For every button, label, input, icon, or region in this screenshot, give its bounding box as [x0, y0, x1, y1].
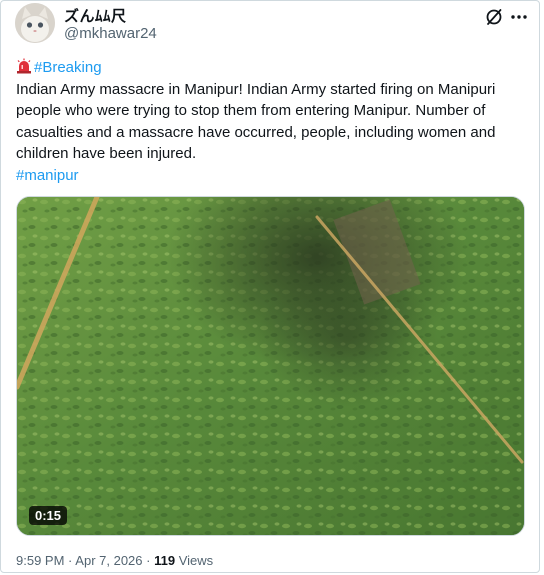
tweet-date[interactable]: Apr 7, 2026 — [75, 553, 142, 568]
tweet-text: #Breaking Indian Army massacre in Manipu… — [16, 57, 531, 186]
hashtag-link[interactable]: #Breaking — [34, 59, 102, 76]
tweet-text-line: #Breaking — [16, 57, 531, 79]
tweet-meta: 9:59 PM · Apr 7, 2026 · 119 Views — [16, 553, 213, 568]
rotating-light-icon — [16, 58, 32, 74]
avatar[interactable] — [15, 3, 55, 43]
hashtag-link[interactable]: #manipur — [16, 167, 79, 184]
more-icon[interactable] — [509, 7, 529, 27]
display-name[interactable]: ズんﾑﾑ尺 — [64, 5, 127, 26]
views-label: Views — [178, 553, 214, 568]
video-player[interactable]: 0:15 — [16, 196, 525, 536]
tweet-text-line: people who were trying to stop them from… — [16, 102, 486, 119]
tweet-text-line: #manipur — [16, 165, 531, 187]
meta-separator: · — [68, 553, 73, 568]
meta-separator: · — [146, 553, 151, 568]
tweet-text-line: Indian Army massacre in Manipur! Indian … — [16, 80, 496, 98]
tweet-card: ズんﾑﾑ尺 @mkhawar24 #Breaking Indian Army m… — [0, 0, 540, 573]
tweet-text-line: casualties and a massacre have occurred,… — [16, 123, 496, 141]
user-handle[interactable]: @mkhawar24 — [64, 25, 157, 42]
tweet-text-line: children have been injured. — [16, 145, 197, 162]
video-duration-badge: 0:15 — [29, 506, 68, 525]
video-frame — [17, 197, 524, 535]
views-count[interactable]: 119 — [154, 553, 175, 568]
tweet-time[interactable]: 9:59 PM — [16, 553, 64, 568]
grok-icon[interactable] — [484, 7, 504, 27]
